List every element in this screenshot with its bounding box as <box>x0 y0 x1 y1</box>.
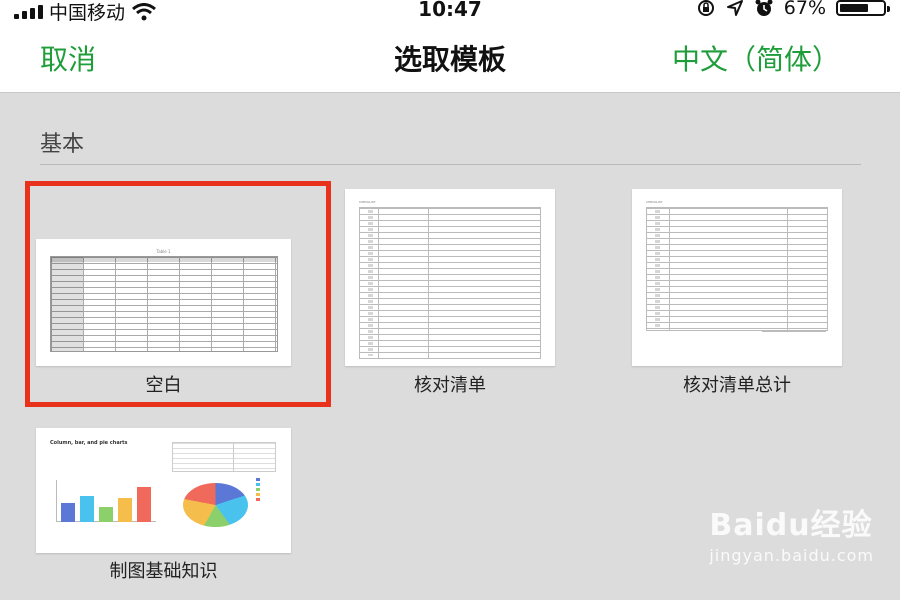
navigation-bar: 取消 选取模板 中文（简体） <box>0 22 900 93</box>
charts-preview-table <box>172 442 276 472</box>
language-button[interactable]: 中文（简体） <box>672 38 840 78</box>
status-bar: 中国移动 10:47 67% <box>0 0 900 24</box>
template-checklist-total-thumbnail[interactable]: CHECKLIST <box>632 189 842 366</box>
signal-icon <box>14 4 43 19</box>
baidu-watermark: Baidu经验 jingyan.baidu.com <box>709 500 874 565</box>
blank-table-preview <box>50 256 278 352</box>
template-label-blank[interactable]: 空白 <box>36 371 291 397</box>
charts-preview-bar-chart <box>56 480 156 522</box>
blank-preview-title: Table 1 <box>156 249 171 254</box>
checklist-table-preview <box>359 207 541 359</box>
battery-icon <box>836 0 890 16</box>
section-divider <box>40 164 861 165</box>
template-blank-thumbnail[interactable]: Table 1 <box>36 239 291 366</box>
template-label-charts-basics[interactable]: 制图基础知识 <box>36 557 291 583</box>
orientation-lock-icon <box>697 0 714 16</box>
charts-preview-heading: Column, bar, and pie charts <box>50 440 128 446</box>
template-checklist-thumbnail[interactable]: CHECKLIST <box>345 189 555 366</box>
watermark-url: jingyan.baidu.com <box>709 546 874 565</box>
location-icon <box>726 0 743 16</box>
alarm-icon <box>755 0 773 16</box>
section-title-basic: 基本 <box>40 132 85 157</box>
checklist-preview-title: CHECKLIST <box>359 200 376 204</box>
battery-percent: 67% <box>783 0 826 19</box>
template-label-checklist[interactable]: 核对清单 <box>345 371 555 397</box>
checklist-total-table-preview <box>646 207 828 331</box>
charts-preview-pie <box>183 483 248 527</box>
template-charts-basics-thumbnail[interactable]: Column, bar, and pie charts <box>36 428 291 553</box>
battery-fill <box>840 4 868 12</box>
wifi-icon <box>132 2 156 20</box>
charts-preview-legend <box>256 478 260 503</box>
checklist-total-preview-title: CHECKLIST <box>646 200 663 204</box>
template-label-checklist-total[interactable]: 核对清单总计 <box>632 371 842 397</box>
watermark-brand: Baidu经验 <box>709 508 873 543</box>
cancel-button[interactable]: 取消 <box>40 38 96 78</box>
